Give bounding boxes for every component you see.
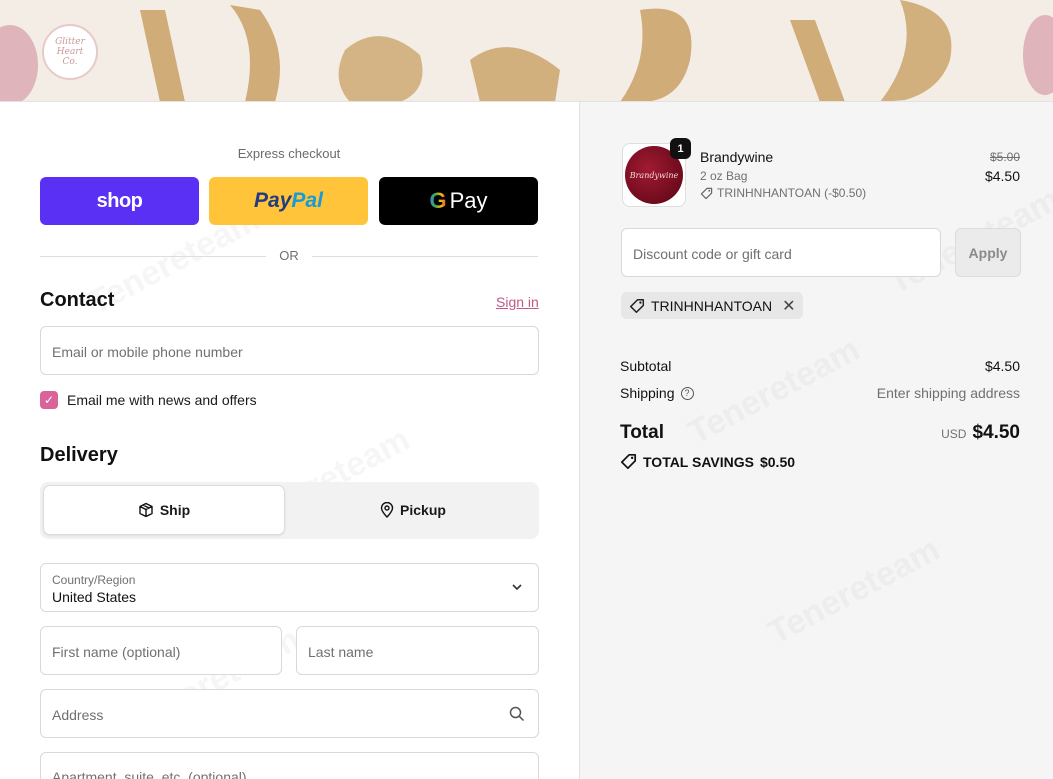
country-value: United States xyxy=(52,589,137,605)
banner-glitter-art xyxy=(0,0,1053,101)
logo-text: Glitter Heart Co. xyxy=(55,37,85,67)
country-label: Country/Region xyxy=(52,573,136,587)
total-amount: $4.50 xyxy=(972,422,1020,443)
sign-in-link[interactable]: Sign in xyxy=(496,294,539,310)
express-checkout-label: Express checkout xyxy=(237,146,341,161)
applied-code-chip: TRINHNHANTOAN ✕ xyxy=(621,292,804,319)
shipping-label: Shipping ? xyxy=(620,385,694,401)
product-variant: 2 oz Bag xyxy=(700,169,748,183)
last-name-placeholder: Last name xyxy=(308,644,374,660)
delivery-method-toggle: Ship Pickup xyxy=(40,482,539,539)
discount-code-input[interactable]: Discount code or gift card xyxy=(621,228,941,277)
total-value: USD $4.50 xyxy=(941,422,1020,444)
apartment-field[interactable]: Apartment, suite, etc. (optional) xyxy=(40,752,539,779)
subtotal-label: Subtotal xyxy=(620,358,671,374)
store-logo[interactable]: Glitter Heart Co. xyxy=(42,24,98,80)
savings-label: TOTAL SAVINGS xyxy=(643,453,754,470)
or-divider: OR xyxy=(40,248,538,266)
applied-code-text: TRINHNHANTOAN xyxy=(651,297,773,314)
pickup-option[interactable]: Pickup xyxy=(290,485,536,535)
header-banner: Glitter Heart Co. xyxy=(0,0,1053,102)
tag-icon xyxy=(700,187,713,199)
product-image-text: Brandywine xyxy=(629,170,679,180)
currency-code: USD xyxy=(941,427,967,441)
pickup-label: Pickup xyxy=(400,502,446,518)
subtotal-label-text: Subtotal xyxy=(620,358,672,374)
paypal-label-part1: Pay xyxy=(254,189,292,212)
checkout-form: Tenereteam Tenereteam Tenereteam Express… xyxy=(0,102,579,779)
country-select[interactable]: Country/Region United States xyxy=(40,563,539,612)
savings-value: $0.50 xyxy=(759,453,796,470)
search-icon[interactable] xyxy=(509,706,525,722)
last-name-field[interactable]: Last name xyxy=(296,626,539,675)
tag-icon xyxy=(629,298,645,313)
google-pay-button[interactable]: G Pay xyxy=(379,177,538,225)
first-name-field[interactable]: First name (optional) xyxy=(40,626,282,675)
box-icon xyxy=(139,502,153,518)
newsletter-row: ✓ Email me with news and offers xyxy=(40,390,257,410)
shipping-label-text: Shipping xyxy=(620,385,675,401)
tag-icon xyxy=(620,453,637,470)
shipping-value: Enter shipping address xyxy=(876,385,1020,401)
google-pay-label: Pay xyxy=(449,188,488,213)
shop-pay-label: shop xyxy=(96,189,143,212)
first-name-placeholder: First name (optional) xyxy=(52,644,181,660)
shop-pay-button[interactable]: shop xyxy=(40,177,199,225)
apply-button[interactable]: Apply xyxy=(955,228,1021,277)
chevron-down-icon xyxy=(512,584,522,591)
delivery-title: Delivery xyxy=(40,444,118,466)
newsletter-checkbox[interactable]: ✓ xyxy=(40,391,58,409)
ship-label: Ship xyxy=(159,502,191,518)
google-g-icon: G xyxy=(429,188,447,213)
item-price: $4.50 xyxy=(984,168,1020,184)
discount-placeholder: Discount code or gift card xyxy=(633,246,792,262)
newsletter-label: Email me with news and offers xyxy=(67,392,257,408)
ship-option[interactable]: Ship xyxy=(43,485,285,535)
product-name: Brandywine xyxy=(700,149,774,165)
paypal-label-part2: Pal xyxy=(291,189,323,212)
item-discount: TRINHNHANTOAN (-$0.50) xyxy=(700,186,866,200)
contact-title: Contact xyxy=(40,289,115,311)
email-field[interactable]: Email or mobile phone number xyxy=(40,326,539,375)
total-label: Total xyxy=(620,422,664,443)
help-icon[interactable]: ? xyxy=(680,386,694,400)
email-placeholder: Email or mobile phone number xyxy=(52,344,243,360)
paypal-button[interactable]: Pay Pal xyxy=(209,177,368,225)
order-summary: Tenereteam Tenereteam Tenereteam Brandyw… xyxy=(579,102,1053,779)
subtotal-value: $4.50 xyxy=(984,358,1020,374)
address-field[interactable]: Address xyxy=(40,689,539,738)
original-price: $5.00 xyxy=(989,150,1020,164)
quantity-badge: 1 xyxy=(670,138,691,159)
apartment-placeholder: Apartment, suite, etc. (optional) xyxy=(52,769,247,779)
address-placeholder: Address xyxy=(52,707,104,723)
total-savings: TOTAL SAVINGS $0.50 xyxy=(620,453,795,470)
remove-code-icon[interactable]: ✕ xyxy=(782,296,795,316)
location-pin-icon xyxy=(380,502,394,518)
item-discount-text: TRINHNHANTOAN (-$0.50) xyxy=(717,186,867,200)
